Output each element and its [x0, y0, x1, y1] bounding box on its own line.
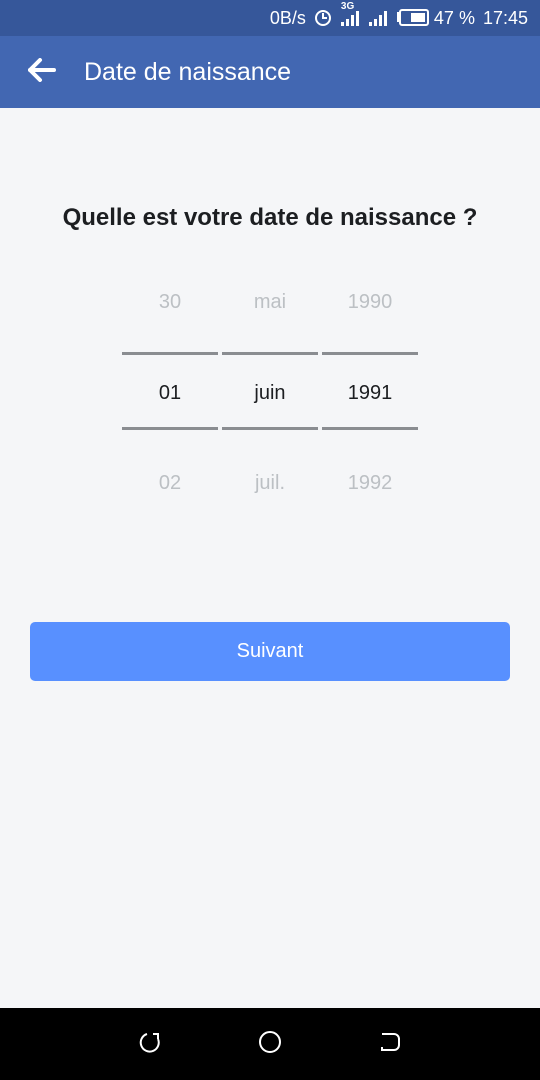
screen: 0B/s 3G 47 % 17:45 Date de naissance Que…: [0, 0, 540, 1080]
home-nav-icon: [257, 1029, 283, 1060]
year-next-option[interactable]: 1992: [322, 463, 418, 503]
month-selected-option[interactable]: juin: [222, 373, 318, 413]
status-bar: 0B/s 3G 47 % 17:45: [0, 0, 540, 36]
day-prev-option[interactable]: 30: [122, 282, 218, 322]
data-saver-icon: [314, 9, 332, 27]
home-nav-button[interactable]: [250, 1024, 290, 1064]
network-type-label: 3G: [340, 1, 355, 12]
page-title: Date de naissance: [84, 57, 292, 86]
day-picker-column[interactable]: 30 01 02: [122, 270, 218, 530]
year-selection-top-line: [322, 352, 418, 355]
day-selected-option[interactable]: 01: [122, 373, 218, 413]
net-speed: 0B/s: [269, 7, 306, 28]
year-selected-option[interactable]: 1991: [322, 373, 418, 413]
recents-nav-icon: [378, 1030, 402, 1059]
battery-icon: [396, 9, 430, 27]
month-selection-top-line: [222, 352, 318, 355]
year-picker-column[interactable]: 1990 1991 1992: [322, 270, 418, 530]
next-button[interactable]: Suivant: [30, 622, 510, 681]
month-selection-bottom-line: [222, 427, 318, 430]
date-picker: 30 01 02 mai juin juil. 1990 1991 1992: [122, 270, 418, 530]
month-prev-option[interactable]: mai: [222, 282, 318, 322]
arrow-left-icon: [28, 57, 56, 87]
day-selection-bottom-line: [122, 427, 218, 430]
back-nav-button[interactable]: [130, 1024, 170, 1064]
recents-nav-button[interactable]: [370, 1024, 410, 1064]
year-prev-option[interactable]: 1990: [322, 282, 418, 322]
year-selection-bottom-line: [322, 427, 418, 430]
signal-icon: [368, 9, 388, 27]
month-next-option[interactable]: juil.: [222, 463, 318, 503]
system-nav-bar: [0, 1008, 540, 1080]
question-heading: Quelle est votre date de naissance ?: [62, 204, 478, 231]
month-picker-column[interactable]: mai juin juil.: [222, 270, 318, 530]
day-selection-top-line: [122, 352, 218, 355]
app-bar: Date de naissance: [0, 36, 540, 108]
day-next-option[interactable]: 02: [122, 463, 218, 503]
battery-level: 47 %: [433, 7, 475, 28]
clock: 17:45: [482, 7, 528, 28]
back-nav-icon: [138, 1030, 162, 1059]
back-button[interactable]: [14, 44, 70, 100]
signal-3g-icon: 3G: [340, 1, 360, 27]
